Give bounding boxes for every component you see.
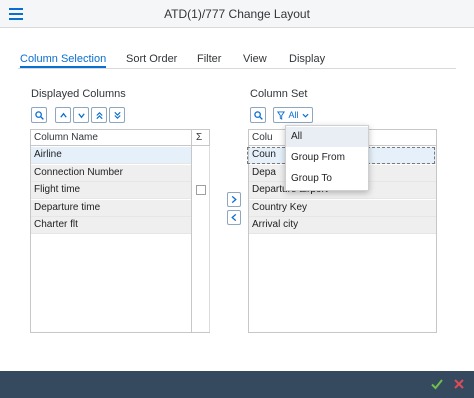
move-to-top-button[interactable] [91, 107, 107, 123]
filter-dropdown-menu: All Group From Group To [285, 125, 369, 191]
close-icon [454, 379, 464, 389]
row-label: Flight time [34, 184, 81, 195]
search-button[interactable] [31, 107, 47, 123]
tab-column-selection[interactable]: Column Selection [20, 53, 106, 65]
chevron-left-icon [231, 213, 237, 222]
column-name-header[interactable]: Column Name [34, 132, 98, 143]
checkmark-icon [431, 379, 443, 390]
row-label: Airline [34, 149, 62, 160]
row-label: Charter flt [34, 219, 78, 230]
tab-sort-order[interactable]: Sort Order [126, 53, 177, 65]
move-down-button[interactable] [73, 107, 89, 123]
confirm-button[interactable] [430, 377, 444, 391]
move-to-bottom-button[interactable] [109, 107, 125, 123]
tab-filter[interactable]: Filter [197, 53, 221, 65]
column-set-title: Column Set [250, 88, 308, 100]
search-icon [34, 110, 44, 120]
double-chevron-up-icon [95, 111, 103, 119]
column-set-search-button[interactable] [250, 107, 266, 123]
table-row[interactable]: Arrival city [249, 217, 436, 234]
move-up-button[interactable] [55, 107, 71, 123]
column-name-header[interactable]: Colu [252, 132, 273, 143]
chevron-down-icon [302, 113, 309, 118]
chevron-right-icon [231, 195, 237, 204]
search-icon [253, 110, 263, 120]
row-label: Departure time [34, 202, 101, 213]
chevron-up-icon [59, 112, 67, 118]
table-row[interactable]: Departure time [31, 200, 209, 217]
filter-icon [277, 110, 285, 120]
table-row[interactable]: Flight time [31, 182, 209, 199]
row-label: Connection Number [34, 167, 123, 178]
title-bar: ATD(1)/777 Change Layout [0, 0, 474, 28]
table-row[interactable]: Airline [31, 147, 209, 164]
table-row[interactable]: Connection Number [31, 165, 209, 182]
add-column-button[interactable] [227, 192, 241, 207]
sum-checkbox[interactable] [196, 185, 206, 195]
table-row[interactable]: Country Key [249, 200, 436, 217]
scroll-divider [209, 146, 210, 332]
tab-view[interactable]: View [243, 53, 267, 65]
remove-column-button[interactable] [227, 210, 241, 225]
menu-item-group-from[interactable]: Group From [286, 148, 368, 168]
tab-divider [18, 68, 456, 69]
row-label: Depa [252, 167, 276, 178]
chevron-down-icon [77, 112, 85, 118]
row-label: Country Key [252, 202, 308, 213]
filter-dropdown-button[interactable]: All [273, 107, 313, 123]
menu-item-all[interactable]: All [286, 127, 368, 147]
dialog-footer [0, 371, 474, 398]
sigma-header[interactable]: Σ [196, 132, 202, 143]
cancel-button[interactable] [452, 377, 466, 391]
displayed-columns-table: Column Name Σ Airline Connection Number … [30, 129, 210, 333]
menu-item-group-to[interactable]: Group To [286, 169, 368, 189]
table-header: Column Name Σ [31, 130, 209, 146]
tab-display[interactable]: Display [289, 53, 325, 65]
window-title: ATD(1)/777 Change Layout [164, 7, 310, 21]
filter-value: All [288, 109, 299, 120]
table-row[interactable]: Charter flt [31, 217, 209, 234]
displayed-columns-title: Displayed Columns [31, 88, 126, 100]
row-label: Arrival city [252, 219, 299, 230]
double-chevron-down-icon [113, 111, 121, 119]
